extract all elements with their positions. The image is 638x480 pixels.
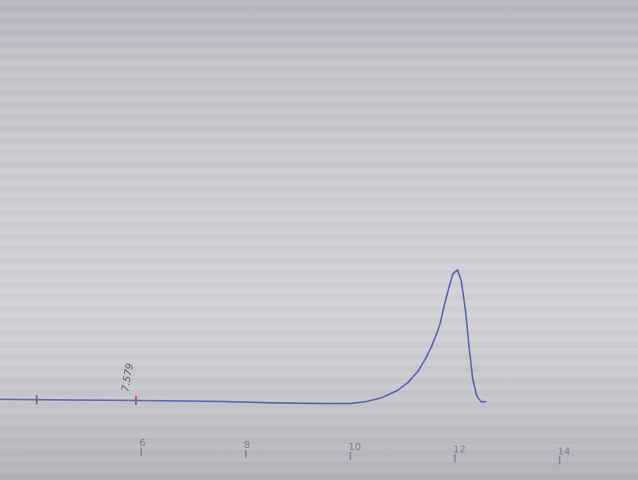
chromatogram-trace [0,269,487,405]
x-tick-label: 8 [244,440,250,451]
x-tick-label: 6 [139,438,145,449]
chromatogram-chart: 6 8 10 12 14 7.579 [0,269,638,465]
x-axis-line [0,448,638,463]
x-tick-label: 12 [453,444,466,455]
peak-retention-label: 7.579 [120,362,136,392]
x-tick-label: 14 [558,446,571,457]
monitor-screen: 6 8 10 12 14 7.579 [0,0,638,480]
x-tick-label: 10 [348,442,361,453]
x-axis-ticks: 6 8 10 12 14 [139,438,570,465]
